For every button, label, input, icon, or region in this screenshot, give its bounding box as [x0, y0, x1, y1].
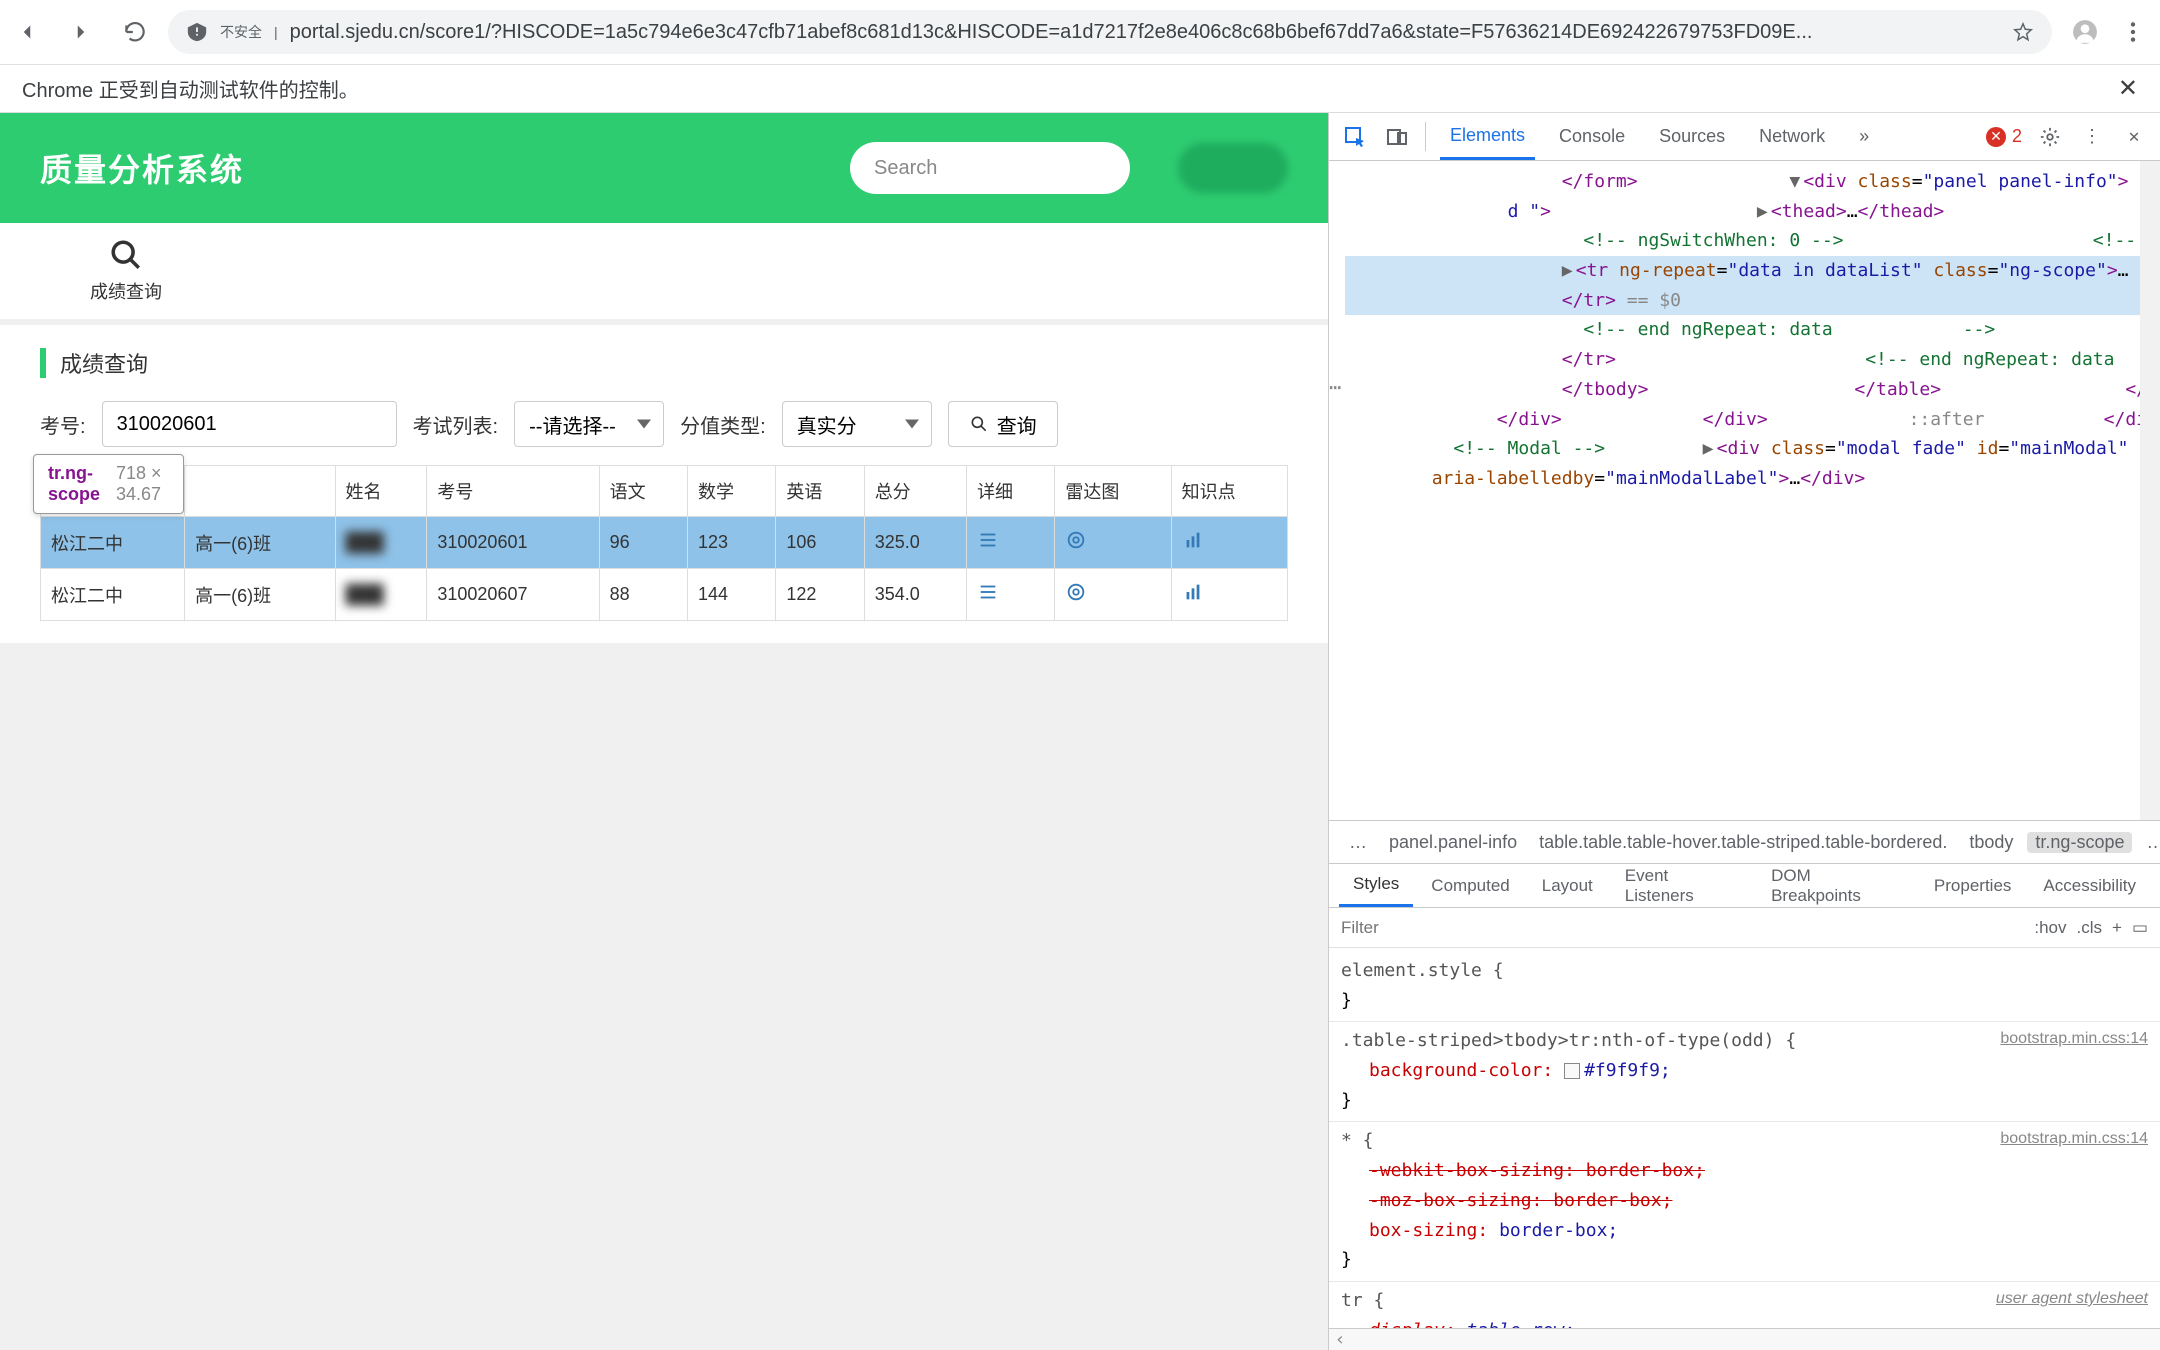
dom-scrollbar[interactable] [2140, 161, 2160, 820]
infobar-close-icon[interactable]: ✕ [2118, 74, 2138, 103]
browser-toolbar: 不安全 | portal.sjedu.cn/score1/?HISCODE=1a… [0, 0, 2160, 65]
exam-id-label: 考号: [40, 410, 86, 439]
col-radar: 雷达图 [1055, 466, 1171, 517]
tabs-overflow-icon[interactable]: » [1849, 113, 1879, 160]
tab-dom-breakpoints[interactable]: DOM Breakpoints [1757, 864, 1916, 907]
tab-accessibility[interactable]: Accessibility [2029, 864, 2150, 907]
css-pane-h-scrollbar[interactable]: ‹ [1329, 1328, 2160, 1350]
tab-sources[interactable]: Sources [1649, 113, 1735, 160]
knowledge-icon[interactable] [1171, 517, 1287, 569]
header-search-input[interactable]: Search [850, 142, 1130, 194]
search-icon [969, 414, 989, 434]
results-table: tr.ng-scope 718 × 34.67 姓名 考号 语文 数学 英语 总… [40, 465, 1288, 621]
app-header: 质量分析系统 Search [0, 113, 1328, 223]
query-button[interactable]: 查询 [948, 401, 1058, 447]
tab-console[interactable]: Console [1549, 113, 1635, 160]
panel-title: 成绩查询 [60, 347, 148, 379]
styles-pane-menu-icon[interactable]: ▭ [2132, 918, 2148, 938]
exam-id-input[interactable] [102, 401, 397, 447]
tab-label: 成绩查询 [90, 278, 162, 304]
inspect-element-icon[interactable] [1341, 123, 1369, 151]
table-header-row: tr.ng-scope 718 × 34.67 姓名 考号 语文 数学 英语 总… [41, 466, 1288, 517]
table-row[interactable]: 松江二中 高一(6)班 ███ 310020607 88 144 122 354… [41, 569, 1288, 621]
styles-filter-input[interactable] [1341, 918, 2024, 938]
back-button[interactable] [14, 19, 40, 45]
radar-icon[interactable] [1055, 517, 1171, 569]
automation-infobar: Chrome 正受到自动测试软件的控制。 ✕ [0, 65, 2160, 113]
sub-nav: 成绩查询 [0, 223, 1328, 319]
profile-icon[interactable] [2072, 19, 2098, 45]
col-math: 数学 [687, 466, 775, 517]
tab-layout[interactable]: Layout [1528, 864, 1607, 907]
tooltip-dimensions: 718 × 34.67 [116, 463, 169, 505]
cls-toggle[interactable]: .cls [2077, 918, 2103, 938]
devtools-menu-icon[interactable]: ⋮ [2078, 123, 2106, 151]
css-source-ua: user agent stylesheet [1996, 1286, 2148, 1312]
hov-toggle[interactable]: :hov [2034, 918, 2066, 938]
panel-accent [40, 348, 46, 378]
forward-button[interactable] [68, 19, 94, 45]
styles-tabbar: Styles Computed Layout Event Listeners D… [1329, 864, 2160, 908]
col-chinese: 语文 [599, 466, 687, 517]
security-label: 不安全 [220, 22, 262, 42]
col-detail: 详细 [967, 466, 1055, 517]
name-cell: ███ [335, 569, 427, 621]
tab-styles[interactable]: Styles [1339, 864, 1413, 907]
chrome-menu-icon[interactable] [2120, 19, 2146, 45]
star-icon[interactable] [2012, 21, 2034, 43]
score-type-select[interactable]: 真实分 [782, 401, 932, 447]
dom-tree[interactable]: </form> ▼<div class="panel panel-info"> … [1329, 161, 2140, 820]
element-hover-tooltip: tr.ng-scope 718 × 34.67 [33, 454, 184, 514]
score-type-label: 分值类型: [680, 410, 766, 439]
tab-event-listeners[interactable]: Event Listeners [1611, 864, 1753, 907]
reload-button[interactable] [122, 19, 148, 45]
devtools-panel: Elements Console Sources Network » ✕2 ⋮ … [1328, 113, 2160, 1350]
tab-properties[interactable]: Properties [1920, 864, 2025, 907]
col-exam: 考号 [427, 466, 599, 517]
detail-icon[interactable] [967, 517, 1055, 569]
devtools-close-icon[interactable]: ✕ [2120, 123, 2148, 151]
color-swatch[interactable] [1564, 1063, 1580, 1079]
col-total: 总分 [864, 466, 966, 517]
error-count-badge[interactable]: ✕2 [1986, 126, 2022, 147]
radar-icon[interactable] [1055, 569, 1171, 621]
header-action-button[interactable] [1178, 143, 1288, 193]
col-knowledge: 知识点 [1171, 466, 1287, 517]
device-toggle-icon[interactable] [1383, 123, 1411, 151]
search-icon [109, 238, 143, 272]
tab-computed[interactable]: Computed [1417, 864, 1523, 907]
address-bar[interactable]: 不安全 | portal.sjedu.cn/score1/?HISCODE=1a… [168, 10, 2052, 54]
tooltip-selector: tr.ng-scope [48, 463, 102, 505]
main-panel: 成绩查询 考号: 考试列表: --请选择-- 分值类型: 真实分 查询 [0, 325, 1328, 643]
detail-icon[interactable] [967, 569, 1055, 621]
name-cell: ███ [335, 517, 427, 569]
devtools-top-bar: Elements Console Sources Network » ✕2 ⋮ … [1329, 113, 2160, 161]
knowledge-icon[interactable] [1171, 569, 1287, 621]
styles-filter-row: :hov .cls + ▭ [1329, 908, 2160, 948]
url-text: portal.sjedu.cn/score1/?HISCODE=1a5c794e… [290, 21, 2000, 44]
devtools-settings-icon[interactable] [2036, 123, 2064, 151]
tab-network[interactable]: Network [1749, 113, 1835, 160]
exam-list-label: 考试列表: [413, 410, 499, 439]
tab-score-query[interactable]: 成绩查询 [40, 238, 212, 304]
col-english: 英语 [776, 466, 864, 517]
col-name: 姓名 [335, 466, 427, 517]
insecure-icon [186, 21, 208, 43]
page-content: 质量分析系统 Search 成绩查询 成绩查询 考号: 考试列表: --请选择-… [0, 113, 1328, 1350]
dom-breadcrumbs[interactable]: … panel.panel-info table.table.table-hov… [1329, 820, 2160, 864]
new-style-rule-icon[interactable]: + [2112, 918, 2122, 938]
exam-list-select[interactable]: --请选择-- [514, 401, 664, 447]
css-source-link[interactable]: bootstrap.min.css:14 [2000, 1126, 2148, 1152]
line-actions-icon[interactable]: ⋯ [1329, 371, 1341, 404]
table-row[interactable]: 松江二中 高一(6)班 ███ 310020601 96 123 106 325… [41, 517, 1288, 569]
css-rules-pane[interactable]: element.style { } bootstrap.min.css:14 .… [1329, 948, 2160, 1328]
app-logo-text: 质量分析系统 [40, 145, 244, 191]
css-source-link[interactable]: bootstrap.min.css:14 [2000, 1026, 2148, 1052]
query-form: 考号: 考试列表: --请选择-- 分值类型: 真实分 查询 [40, 401, 1288, 447]
tab-elements[interactable]: Elements [1440, 113, 1535, 160]
